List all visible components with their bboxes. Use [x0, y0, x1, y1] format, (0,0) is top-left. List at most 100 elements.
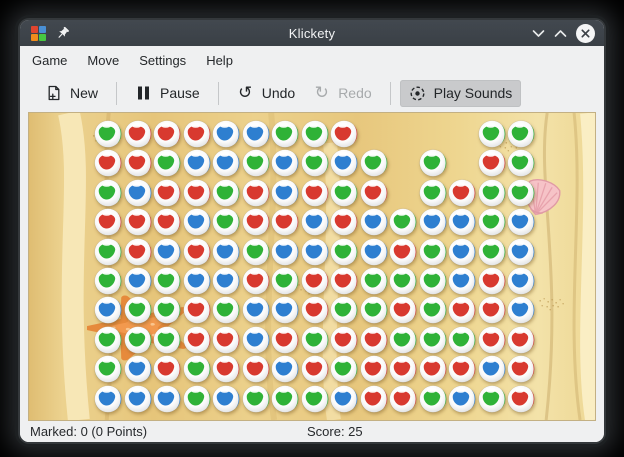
- green-ball[interactable]: [360, 267, 388, 295]
- green-ball[interactable]: [478, 238, 506, 266]
- green-ball[interactable]: [94, 179, 122, 207]
- red-ball[interactable]: [478, 326, 506, 354]
- red-ball[interactable]: [183, 120, 211, 148]
- game-board[interactable]: [28, 112, 596, 421]
- green-ball[interactable]: [330, 179, 358, 207]
- green-ball[interactable]: [242, 149, 270, 177]
- green-ball[interactable]: [419, 149, 447, 177]
- blue-ball[interactable]: [153, 385, 181, 413]
- green-ball[interactable]: [153, 149, 181, 177]
- blue-ball[interactable]: [124, 179, 152, 207]
- red-ball[interactable]: [301, 296, 329, 324]
- blue-ball[interactable]: [301, 238, 329, 266]
- blue-ball[interactable]: [448, 238, 476, 266]
- blue-ball[interactable]: [124, 267, 152, 295]
- green-ball[interactable]: [94, 267, 122, 295]
- red-ball[interactable]: [301, 267, 329, 295]
- green-ball[interactable]: [212, 296, 240, 324]
- red-ball[interactable]: [301, 355, 329, 383]
- red-ball[interactable]: [271, 326, 299, 354]
- green-ball[interactable]: [212, 208, 240, 236]
- green-ball[interactable]: [507, 149, 535, 177]
- green-ball[interactable]: [360, 149, 388, 177]
- red-ball[interactable]: [507, 385, 535, 413]
- blue-ball[interactable]: [212, 120, 240, 148]
- red-ball[interactable]: [330, 267, 358, 295]
- new-button[interactable]: New: [36, 80, 107, 107]
- green-ball[interactable]: [271, 267, 299, 295]
- green-ball[interactable]: [94, 326, 122, 354]
- green-ball[interactable]: [271, 385, 299, 413]
- green-ball[interactable]: [301, 385, 329, 413]
- green-ball[interactable]: [419, 238, 447, 266]
- pause-button[interactable]: Pause: [126, 80, 209, 107]
- red-ball[interactable]: [507, 326, 535, 354]
- blue-ball[interactable]: [242, 326, 270, 354]
- green-ball[interactable]: [448, 326, 476, 354]
- green-ball[interactable]: [301, 326, 329, 354]
- red-ball[interactable]: [507, 355, 535, 383]
- blue-ball[interactable]: [271, 296, 299, 324]
- green-ball[interactable]: [301, 149, 329, 177]
- red-ball[interactable]: [153, 120, 181, 148]
- green-ball[interactable]: [94, 355, 122, 383]
- green-ball[interactable]: [419, 179, 447, 207]
- red-ball[interactable]: [389, 355, 417, 383]
- maximize-icon[interactable]: [554, 29, 567, 38]
- red-ball[interactable]: [124, 238, 152, 266]
- blue-ball[interactable]: [212, 149, 240, 177]
- green-ball[interactable]: [330, 238, 358, 266]
- blue-ball[interactable]: [448, 208, 476, 236]
- blue-ball[interactable]: [271, 238, 299, 266]
- green-ball[interactable]: [419, 326, 447, 354]
- blue-ball[interactable]: [153, 238, 181, 266]
- red-ball[interactable]: [478, 296, 506, 324]
- green-ball[interactable]: [242, 385, 270, 413]
- red-ball[interactable]: [153, 355, 181, 383]
- red-ball[interactable]: [124, 149, 152, 177]
- green-ball[interactable]: [419, 267, 447, 295]
- undo-button[interactable]: ↺Undo: [228, 80, 304, 107]
- red-ball[interactable]: [330, 208, 358, 236]
- blue-ball[interactable]: [330, 385, 358, 413]
- blue-ball[interactable]: [183, 149, 211, 177]
- red-ball[interactable]: [419, 355, 447, 383]
- blue-ball[interactable]: [507, 238, 535, 266]
- red-ball[interactable]: [330, 120, 358, 148]
- red-ball[interactable]: [389, 238, 417, 266]
- blue-ball[interactable]: [507, 296, 535, 324]
- red-ball[interactable]: [389, 296, 417, 324]
- pin-icon[interactable]: [55, 26, 70, 41]
- green-ball[interactable]: [124, 326, 152, 354]
- blue-ball[interactable]: [360, 208, 388, 236]
- red-ball[interactable]: [330, 326, 358, 354]
- red-ball[interactable]: [94, 208, 122, 236]
- blue-ball[interactable]: [212, 385, 240, 413]
- blue-ball[interactable]: [301, 208, 329, 236]
- red-ball[interactable]: [360, 385, 388, 413]
- menu-game[interactable]: Game: [22, 49, 77, 72]
- green-ball[interactable]: [360, 296, 388, 324]
- red-ball[interactable]: [478, 267, 506, 295]
- green-ball[interactable]: [153, 326, 181, 354]
- green-ball[interactable]: [330, 296, 358, 324]
- green-ball[interactable]: [301, 120, 329, 148]
- green-ball[interactable]: [94, 120, 122, 148]
- green-ball[interactable]: [389, 326, 417, 354]
- blue-ball[interactable]: [124, 385, 152, 413]
- blue-ball[interactable]: [448, 267, 476, 295]
- red-ball[interactable]: [242, 208, 270, 236]
- green-ball[interactable]: [478, 208, 506, 236]
- blue-ball[interactable]: [271, 149, 299, 177]
- blue-ball[interactable]: [94, 385, 122, 413]
- green-ball[interactable]: [507, 120, 535, 148]
- red-ball[interactable]: [124, 120, 152, 148]
- blue-ball[interactable]: [212, 238, 240, 266]
- app-icon[interactable]: [31, 26, 46, 41]
- blue-ball[interactable]: [507, 267, 535, 295]
- red-ball[interactable]: [212, 326, 240, 354]
- red-ball[interactable]: [448, 355, 476, 383]
- red-ball[interactable]: [448, 179, 476, 207]
- green-ball[interactable]: [419, 296, 447, 324]
- red-ball[interactable]: [94, 149, 122, 177]
